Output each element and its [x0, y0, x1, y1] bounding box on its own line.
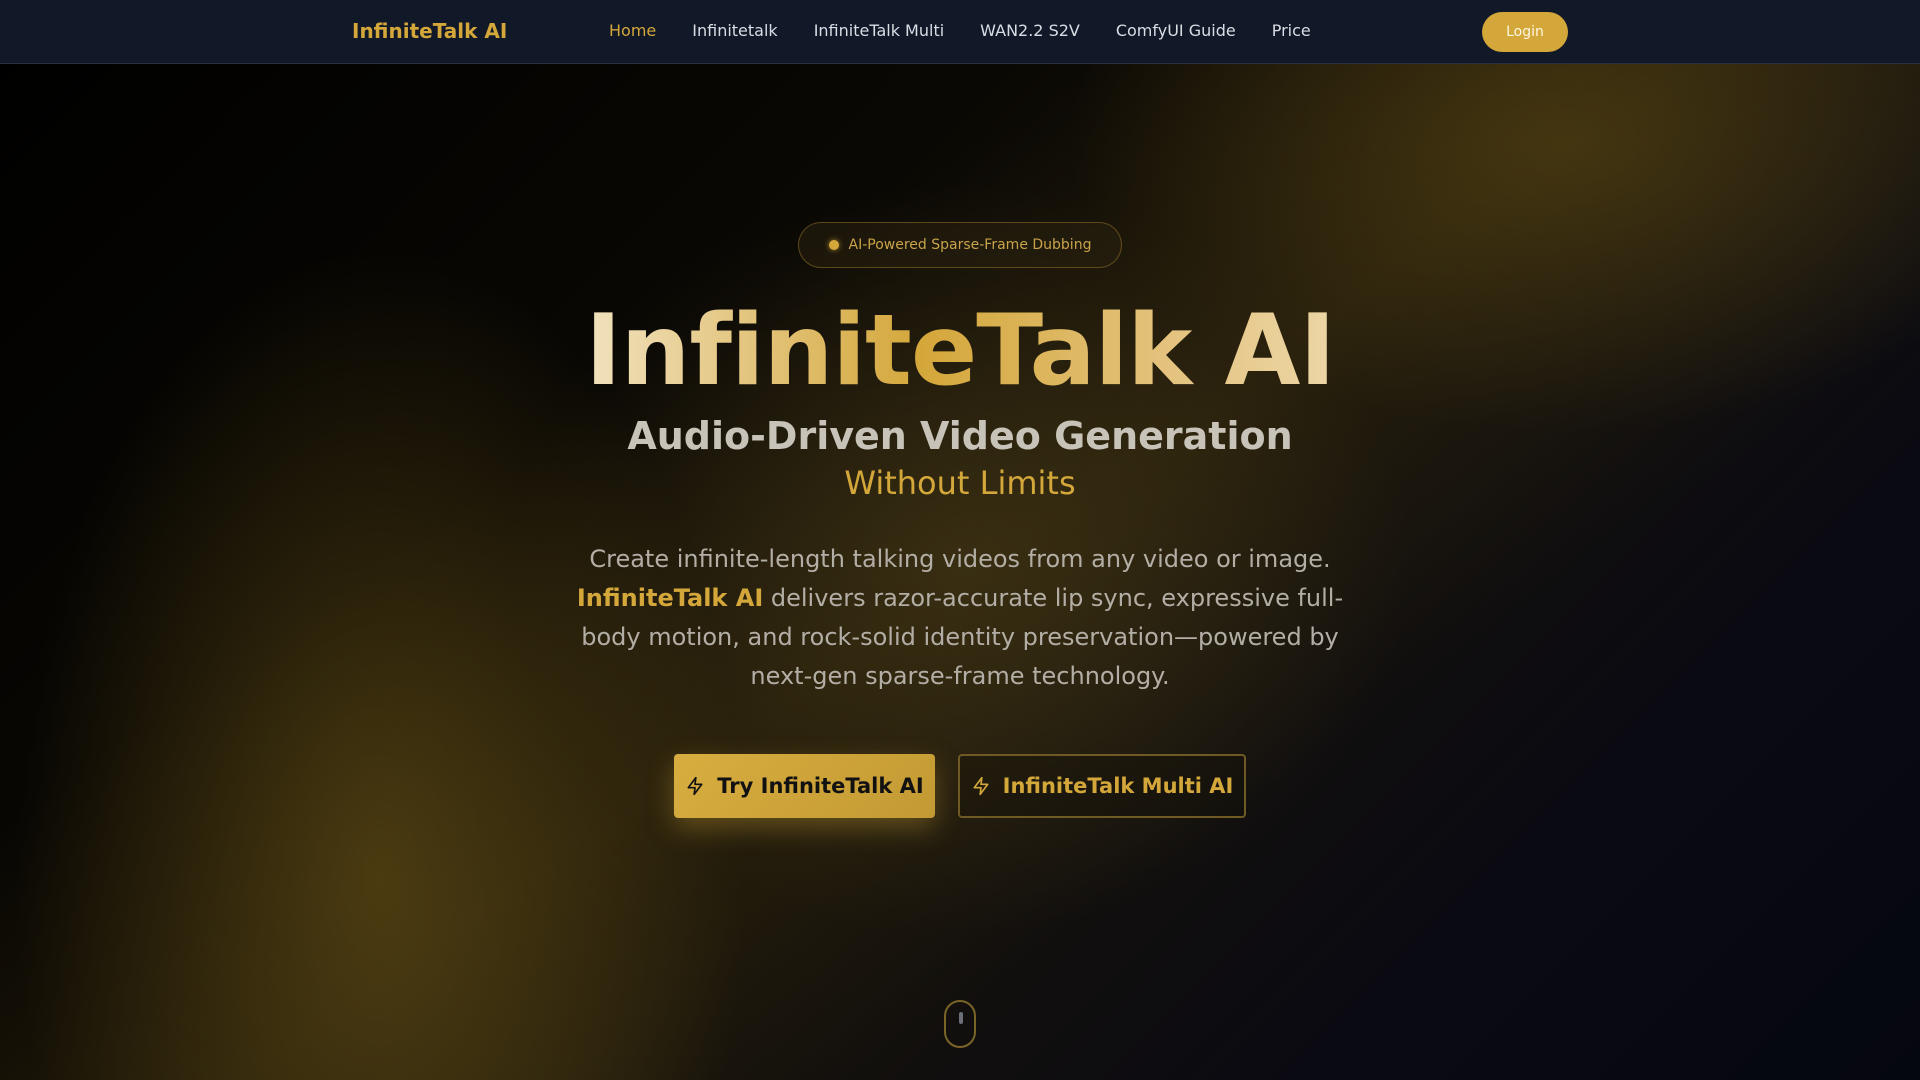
login-button[interactable]: Login: [1482, 12, 1568, 52]
try-infinitetalk-button[interactable]: Try InfiniteTalk AI: [674, 754, 935, 818]
infinitetalk-multi-label: InfiniteTalk Multi AI: [1002, 774, 1234, 798]
feature-badge: AI-Powered Sparse-Frame Dubbing: [798, 222, 1122, 268]
nav-link-wan22-s2v[interactable]: WAN2.2 S2V: [980, 21, 1080, 40]
nav-link-home[interactable]: Home: [609, 21, 656, 40]
try-infinitetalk-label: Try InfiniteTalk AI: [717, 774, 924, 798]
infinitetalk-multi-button[interactable]: InfiniteTalk Multi AI: [958, 754, 1246, 818]
lightning-bolt-icon: [971, 776, 991, 796]
nav-link-infinitetalk[interactable]: Infinitetalk: [692, 21, 777, 40]
scroll-wheel: [959, 1012, 963, 1024]
mouse-scroll-icon[interactable]: [944, 1000, 976, 1048]
lightning-bolt-icon: [685, 776, 705, 796]
landing-page: InfiniteTalk AI Home Infinitetalk Infini…: [0, 0, 1920, 1080]
hero-title: InfiniteTalk AI: [0, 297, 1920, 406]
nav-links: Home Infinitetalk InfiniteTalk Multi WAN…: [609, 21, 1311, 40]
nav-link-price[interactable]: Price: [1272, 21, 1311, 40]
hero-description: Create infinite-length talking videos fr…: [560, 540, 1360, 696]
nav-link-comfyui-guide[interactable]: ComfyUI Guide: [1116, 21, 1236, 40]
feature-badge-label: AI-Powered Sparse-Frame Dubbing: [848, 237, 1092, 253]
dot-icon: [828, 240, 839, 250]
top-navbar: InfiniteTalk AI Home Infinitetalk Infini…: [0, 0, 1920, 64]
hero-description-part1: Create infinite-length talking videos fr…: [589, 545, 1331, 573]
brand-logo[interactable]: InfiniteTalk AI: [352, 19, 507, 43]
hero-tagline: Without Limits: [844, 464, 1076, 502]
hero-subtitle: Audio-Driven Video Generation: [627, 414, 1293, 458]
nav-link-infinitetalk-multi[interactable]: InfiniteTalk Multi: [814, 21, 944, 40]
hero-description-highlight: InfiniteTalk AI: [576, 584, 764, 612]
